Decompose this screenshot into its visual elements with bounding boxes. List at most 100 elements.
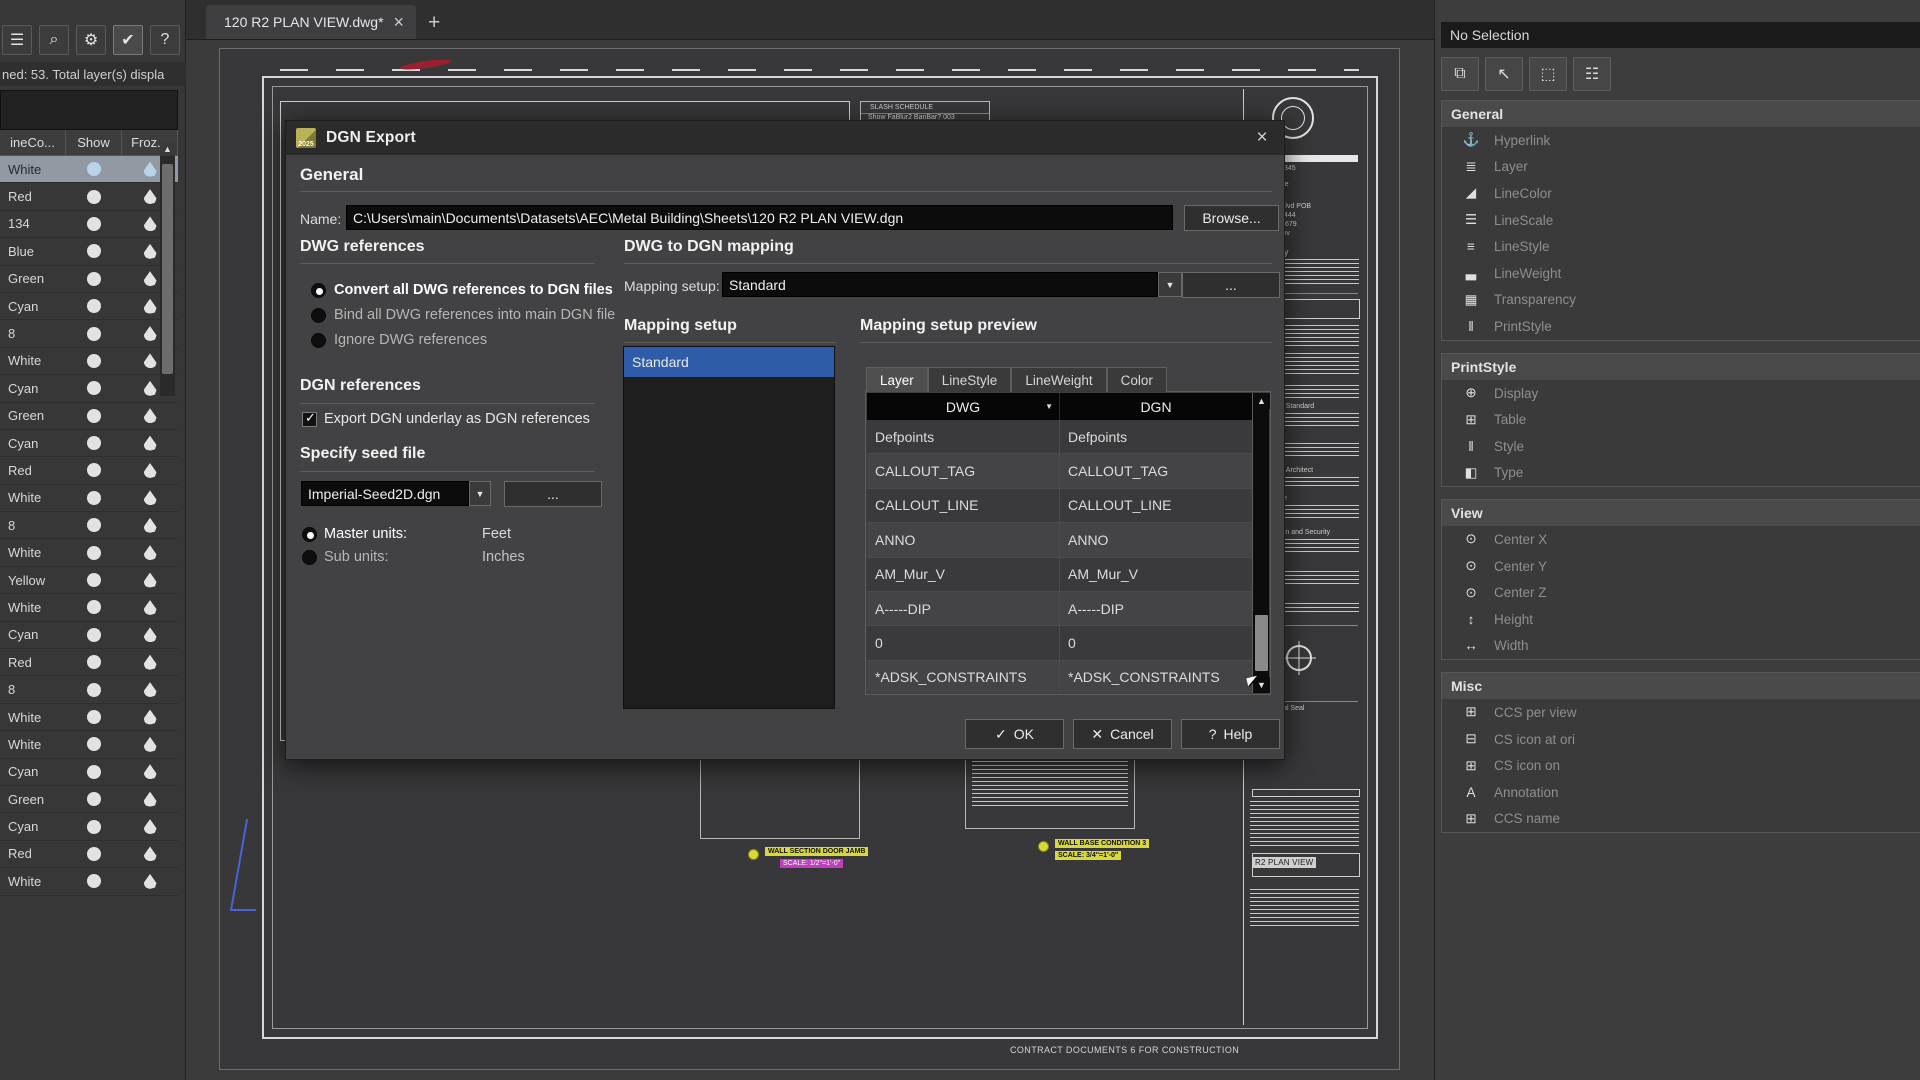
snowflake-icon[interactable] [143, 490, 157, 506]
snowflake-icon[interactable] [143, 654, 157, 670]
layer-show-toggle[interactable] [66, 189, 122, 204]
lightbulb-icon[interactable] [87, 710, 101, 724]
snowflake-icon[interactable] [143, 819, 157, 835]
layer-table-body[interactable]: White Red 134 Blue Green Cyan 8 White Cyan Green C… [0, 156, 178, 1080]
lightbulb-icon[interactable] [87, 244, 101, 259]
properties-section-title[interactable]: View [1442, 500, 1920, 527]
layer-row[interactable]: White [0, 704, 178, 732]
layer-row[interactable]: Red [0, 649, 178, 677]
layer-show-toggle[interactable] [66, 764, 122, 779]
snowflake-icon[interactable] [143, 326, 157, 342]
layer-settings-gear-icon[interactable]: ⚙ [76, 25, 106, 55]
document-tab-bar[interactable]: 120 R2 PLAN VIEW.dwg* × + [186, 0, 1434, 40]
lightbulb-icon[interactable] [87, 819, 101, 834]
snowflake-icon[interactable] [143, 736, 157, 752]
lightbulb-icon[interactable] [87, 518, 101, 533]
preview-col-dwg[interactable]: DWG ▼ [867, 393, 1060, 420]
property-row[interactable]: ◧ Type [1442, 460, 1920, 487]
layer-row[interactable]: 8 [0, 512, 178, 540]
snowflake-icon[interactable] [143, 435, 157, 451]
help-icon[interactable]: ? [150, 25, 180, 55]
layer-freeze-toggle[interactable] [122, 490, 178, 506]
snowflake-icon[interactable] [143, 572, 157, 588]
property-row[interactable]: ⊙ Center Z [1442, 579, 1920, 606]
preview-row[interactable]: AM_Mur_V AM_Mur_V [867, 557, 1252, 592]
property-row[interactable]: ⊕ Display [1442, 380, 1920, 407]
layer-row[interactable]: 134 [0, 211, 178, 239]
layer-apply-icon[interactable]: ✔ [113, 25, 143, 55]
snowflake-icon[interactable] [143, 545, 157, 561]
seed-browse-button[interactable]: ... [504, 481, 602, 507]
layer-row[interactable]: Cyan [0, 430, 178, 458]
mapping-setup-ellipsis-button[interactable]: ... [1182, 272, 1280, 298]
preview-tab-lineweight[interactable]: LineWeight [1011, 367, 1107, 392]
layer-show-toggle[interactable] [66, 710, 122, 724]
snowflake-icon[interactable] [143, 353, 157, 369]
lightbulb-icon[interactable] [87, 162, 101, 177]
close-icon[interactable]: × [394, 13, 405, 31]
lightbulb-icon[interactable] [87, 271, 101, 286]
property-row[interactable]: ⊞ CCS per view [1442, 699, 1920, 726]
mapping-setup-list[interactable]: Standard [623, 346, 835, 709]
snowflake-icon[interactable] [143, 216, 157, 232]
radio-ignore[interactable] [311, 333, 326, 348]
layer-show-toggle[interactable] [66, 463, 122, 478]
layer-show-toggle[interactable] [66, 244, 122, 259]
preview-tab-bar[interactable]: Layer LineStyle LineWeight Color [866, 367, 1167, 392]
snowflake-icon[interactable] [143, 791, 157, 807]
properties-toolbar[interactable]: ⧉ ↖ ⬚ ☷ [1441, 54, 1920, 94]
layer-row[interactable]: Red [0, 457, 178, 485]
layer-freeze-toggle[interactable] [122, 572, 178, 588]
radio-bind-all[interactable] [311, 308, 326, 323]
snowflake-icon[interactable] [143, 709, 157, 725]
quick-select-icon[interactable]: ⧉ [1441, 57, 1479, 91]
property-list-icon[interactable]: ☷ [1573, 57, 1611, 91]
layer-search-icon[interactable]: ⌕ [39, 25, 69, 55]
lightbulb-icon[interactable] [87, 436, 101, 451]
lightbulb-icon[interactable] [87, 326, 101, 341]
property-row[interactable]: ◢ LineColor [1442, 180, 1920, 207]
layer-show-toggle[interactable] [66, 162, 122, 177]
layer-filter-input[interactable] [0, 90, 178, 130]
layer-row[interactable]: Cyan [0, 622, 178, 650]
lightbulb-icon[interactable] [87, 682, 101, 697]
snowflake-icon[interactable] [143, 380, 157, 396]
property-row[interactable]: ⚓ Hyperlink [1442, 127, 1920, 154]
preview-tab-linestyle[interactable]: LineStyle [927, 367, 1012, 392]
property-row[interactable]: ⊙ Center Y [1442, 553, 1920, 580]
lightbulb-icon[interactable] [87, 353, 101, 368]
document-tab[interactable]: 120 R2 PLAN VIEW.dwg* × [206, 5, 417, 39]
chevron-down-icon[interactable]: ▼ [469, 481, 491, 506]
lightbulb-icon[interactable] [87, 408, 101, 423]
layer-show-toggle[interactable] [66, 381, 122, 396]
property-row[interactable]: A Annotation [1442, 779, 1920, 806]
layer-freeze-toggle[interactable] [122, 736, 178, 752]
preview-row[interactable]: 00 [867, 626, 1252, 661]
lightbulb-icon[interactable] [87, 792, 101, 807]
layer-freeze-toggle[interactable] [122, 682, 178, 698]
help-button[interactable]: ? Help [1181, 719, 1280, 749]
layer-show-toggle[interactable] [66, 682, 122, 697]
layer-row[interactable]: White [0, 594, 178, 622]
layer-freeze-toggle[interactable] [122, 517, 178, 533]
layer-properties-icon[interactable]: ☰ [2, 25, 32, 55]
properties-section-title[interactable]: General [1442, 101, 1920, 127]
layer-show-toggle[interactable] [66, 792, 122, 807]
property-row[interactable]: ≣ Layer [1442, 154, 1920, 181]
snowflake-icon[interactable] [143, 682, 157, 698]
preview-row[interactable]: ANNO ANNO [867, 523, 1252, 558]
properties-section-title[interactable]: PrintStyle [1442, 353, 1920, 380]
layer-freeze-toggle[interactable] [122, 408, 178, 424]
layer-row[interactable]: Cyan [0, 375, 178, 403]
chevron-down-icon-mapping[interactable]: ▼ [1158, 272, 1182, 297]
snowflake-icon[interactable] [143, 627, 157, 643]
lightbulb-icon[interactable] [87, 573, 101, 588]
scroll-up-icon[interactable]: ▲ [1253, 393, 1270, 409]
layer-show-toggle[interactable] [66, 846, 122, 861]
layer-show-toggle[interactable] [66, 271, 122, 286]
layer-freeze-toggle[interactable] [122, 873, 178, 889]
layer-row[interactable]: Cyan [0, 813, 178, 841]
layer-show-toggle[interactable] [66, 819, 122, 834]
lightbulb-icon[interactable] [87, 490, 101, 505]
preview-table-rows[interactable]: Defpoints Defpoints CALLOUT_TAG CALLOUT_TAG… [867, 420, 1252, 693]
